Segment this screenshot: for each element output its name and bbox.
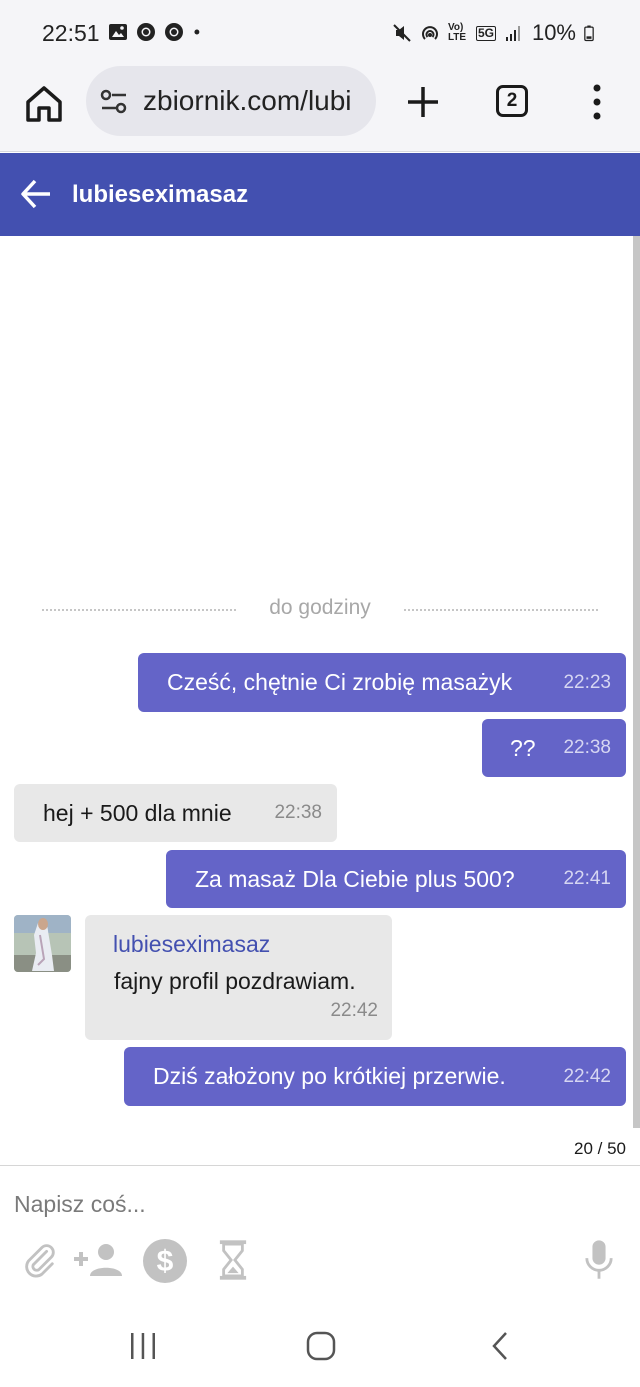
address-bar[interactable]: zbiornik.com/lubi — [86, 66, 376, 136]
message-time: 22:42 — [563, 1066, 611, 1087]
message-time: 22:41 — [563, 868, 611, 889]
more-menu-icon[interactable] — [588, 82, 606, 122]
site-settings-icon[interactable] — [100, 89, 128, 115]
message-time: 22:38 — [274, 802, 322, 823]
dollar-icon[interactable]: $ — [142, 1238, 188, 1284]
gallery-icon — [109, 24, 127, 40]
5g-icon: 5G — [475, 25, 496, 41]
avatar[interactable] — [14, 915, 71, 972]
message-text: Za masaż Dla Ciebie plus 500? — [195, 866, 515, 892]
mute-icon — [393, 24, 411, 42]
home-icon[interactable] — [22, 82, 66, 126]
message-bubble-outgoing[interactable]: Cześć, chętnie Ci zrobię masażyk 22:23 — [138, 653, 626, 712]
message-counter: 20 / 50 — [574, 1139, 626, 1158]
paperclip-icon[interactable] — [20, 1240, 58, 1278]
hourglass-icon[interactable] — [218, 1238, 248, 1282]
recent-apps-icon[interactable] — [128, 1331, 158, 1361]
home-nav-icon[interactable] — [306, 1331, 336, 1361]
date-divider: do godziny — [269, 596, 371, 619]
microphone-icon[interactable] — [584, 1238, 614, 1282]
status-bar: 22:51 Vo) LTE 5G 10% — [0, 0, 640, 66]
chrome-icon — [165, 23, 183, 41]
back-arrow-icon[interactable] — [20, 177, 52, 211]
message-text: hej + 500 dla mnie — [43, 800, 232, 826]
chrome-icon — [137, 23, 155, 41]
status-system-icons: Vo) LTE 5G 10% — [392, 20, 594, 46]
add-person-icon[interactable] — [72, 1240, 124, 1280]
message-text: Cześć, chętnie Ci zrobię masażyk — [167, 669, 513, 695]
message-time: 22:42 — [330, 1000, 378, 1021]
url-text: zbiornik.com/lubi — [143, 85, 352, 116]
divider-line — [404, 609, 598, 611]
status-notification-icons — [108, 22, 206, 42]
system-nav-bar — [0, 1300, 640, 1387]
message-bubble-outgoing[interactable]: Za masaż Dla Ciebie plus 500? 22:41 — [166, 850, 626, 908]
hotspot-icon — [422, 26, 438, 40]
message-time: 22:23 — [563, 672, 611, 693]
chat-header: lubieseximasaz — [0, 153, 640, 236]
status-time: 22:51 — [42, 20, 100, 46]
svg-text:$: $ — [157, 1245, 174, 1278]
dot-icon — [194, 29, 200, 35]
message-time: 22:38 — [563, 737, 611, 758]
chat-title[interactable]: lubieseximasaz — [72, 181, 248, 209]
tab-switcher-button[interactable]: 2 — [496, 85, 528, 117]
message-bubble-incoming[interactable]: lubieseximasaz fajny profil pozdrawiam. … — [85, 915, 392, 1040]
new-tab-icon[interactable] — [405, 84, 441, 120]
avatar-photo — [14, 915, 71, 972]
divider-line — [42, 609, 236, 611]
battery-icon — [584, 25, 594, 42]
back-nav-icon[interactable] — [486, 1331, 516, 1361]
composer-divider — [0, 1165, 640, 1166]
sender-name[interactable]: lubieseximasaz — [113, 931, 270, 958]
signal-icon — [505, 26, 520, 41]
message-text: ?? — [510, 735, 536, 761]
message-input[interactable] — [14, 1186, 574, 1222]
browser-toolbar: zbiornik.com/lubi 2 — [0, 66, 640, 152]
volte-icon: Vo) LTE — [447, 22, 467, 43]
message-bubble-incoming[interactable]: hej + 500 dla mnie 22:38 — [14, 784, 337, 842]
message-text: Dziś założony po krótkiej przerwie. — [153, 1063, 506, 1089]
message-text: fajny profil pozdrawiam. — [114, 968, 356, 994]
scrollbar[interactable] — [633, 236, 640, 1128]
battery-percent: 10% — [531, 20, 576, 45]
message-bubble-outgoing[interactable]: ?? 22:38 — [482, 719, 626, 777]
message-bubble-outgoing[interactable]: Dziś założony po krótkiej przerwie. 22:4… — [124, 1047, 626, 1106]
